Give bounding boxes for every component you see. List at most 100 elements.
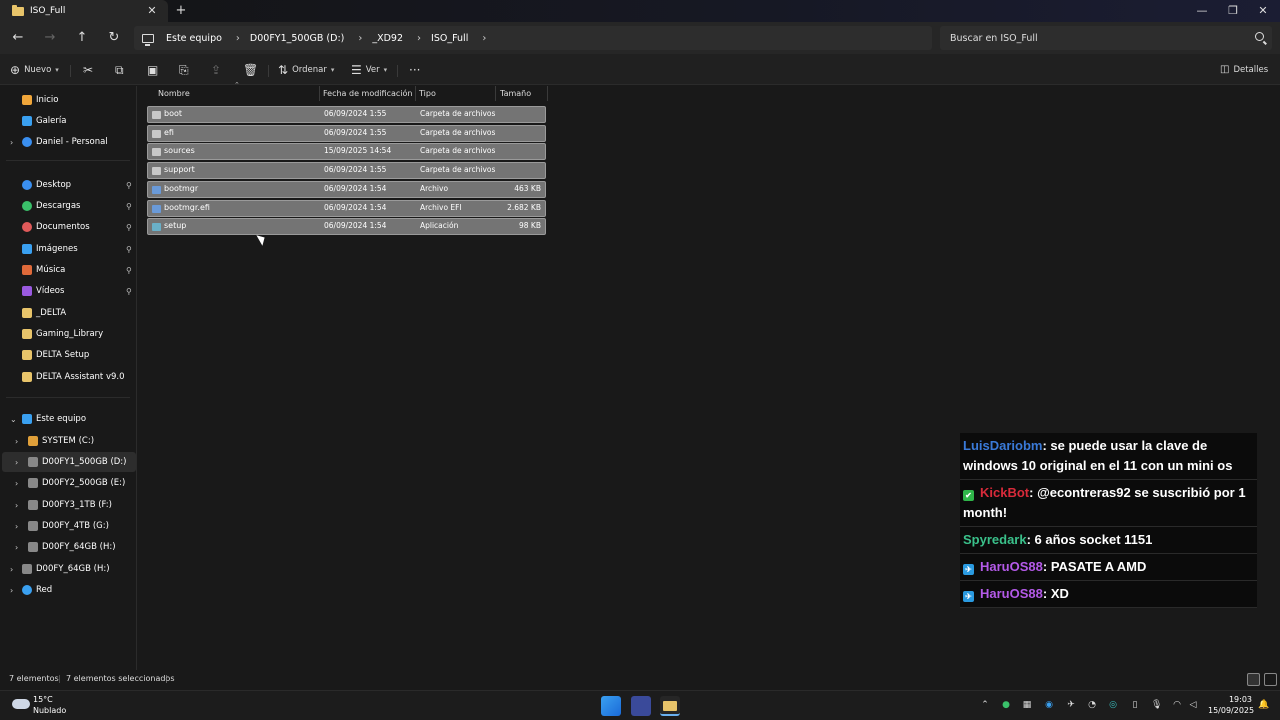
pin-icon[interactable]: ⚲ xyxy=(126,287,132,296)
pin-icon[interactable]: ⚲ xyxy=(126,223,132,232)
sidebar-item-d00fy-64gb-h[interactable]: › D00FY_64GB (H:) xyxy=(2,559,136,579)
column-divider[interactable] xyxy=(415,86,416,101)
refresh-button[interactable]: ↻ xyxy=(105,29,123,47)
sidebar-item-daniel-personal[interactable]: › Daniel - Personal xyxy=(2,132,136,152)
column-header-date[interactable]: Fecha de modificación xyxy=(323,86,412,101)
file-row[interactable]: bootmgr.efi 06/09/2024 1:54 Archivo EFI 2.6… xyxy=(147,199,546,217)
taskbar-app-icon[interactable] xyxy=(631,696,651,716)
file-row[interactable]: setup 06/09/2024 1:54 Aplicación 98 KB xyxy=(147,218,546,236)
weather-description[interactable]: Nublado xyxy=(33,706,66,715)
telegram-icon[interactable]: ✈ xyxy=(1066,700,1076,710)
breadcrumb-drive-d[interactable]: D00FY1_500GB (D:) xyxy=(250,33,344,44)
sidebar-item-v-deos[interactable]: Vídeos ⚲ xyxy=(2,281,136,301)
sort-button[interactable]: ⇅ Ordenar ▾ xyxy=(278,61,334,79)
chevron-right-icon[interactable]: › xyxy=(15,458,18,467)
sidebar-item-d00fy-64gb-h[interactable]: › D00FY_64GB (H:) xyxy=(2,537,136,557)
chevron-right-icon[interactable]: › xyxy=(15,479,18,488)
sidebar-item-red[interactable]: › Red xyxy=(2,580,136,600)
sidebar-item-system-c[interactable]: › SYSTEM (C:) xyxy=(2,431,136,451)
chevron-right-icon[interactable]: › xyxy=(15,543,18,552)
chevron-right-icon[interactable]: › xyxy=(15,501,18,510)
chevron-right-icon[interactable]: › xyxy=(15,437,18,446)
volume-icon[interactable]: ◁ xyxy=(1188,700,1198,710)
new-tab-button[interactable]: + xyxy=(174,3,188,19)
address-bar[interactable]: Este equipo › D00FY1_500GB (D:) › _XD92 … xyxy=(134,26,932,50)
pin-icon[interactable]: ⚲ xyxy=(126,266,132,275)
chevron-down-icon[interactable]: ⌄ xyxy=(10,415,17,424)
sidebar-item-inicio[interactable]: Inicio xyxy=(2,90,136,110)
view-button[interactable]: ☰ Ver ▾ xyxy=(351,61,387,79)
chevron-right-icon[interactable]: › xyxy=(15,522,18,531)
tiles-view-button[interactable] xyxy=(1264,673,1277,686)
forward-button[interactable]: → xyxy=(41,29,59,47)
close-button[interactable]: ✕ xyxy=(1255,3,1271,19)
breadcrumb-separator[interactable]: › xyxy=(358,33,362,44)
breadcrumb-separator[interactable]: › xyxy=(417,33,421,44)
clock-time[interactable]: 19:03 xyxy=(1228,695,1252,704)
tab-close-button[interactable]: ✕ xyxy=(146,4,158,18)
breadcrumb-xd92[interactable]: _XD92 xyxy=(372,33,403,44)
column-divider[interactable] xyxy=(319,86,320,101)
file-row[interactable]: bootmgr 06/09/2024 1:54 Archivo 463 KB xyxy=(147,180,546,198)
pin-icon[interactable]: ⚲ xyxy=(126,245,132,254)
cloudy-weather-icon[interactable] xyxy=(12,699,30,709)
sidebar-item-documentos[interactable]: Documentos ⚲ xyxy=(2,217,136,237)
cut-button[interactable]: ✂ xyxy=(83,61,93,79)
sidebar-item-descargas[interactable]: Descargas ⚲ xyxy=(2,196,136,216)
sidebar-item-gaming-library[interactable]: Gaming_Library xyxy=(2,324,136,344)
pin-icon[interactable]: ⚲ xyxy=(126,181,132,190)
file-row[interactable]: sources 15/09/2025 14:54 Carpeta de archiv… xyxy=(147,143,546,161)
breadcrumb-separator[interactable]: › xyxy=(482,33,486,44)
column-header-type[interactable]: Tipo xyxy=(419,86,436,101)
details-view-button[interactable] xyxy=(1247,673,1260,686)
paste-button[interactable]: ▣ xyxy=(147,61,158,79)
tray-app-icon[interactable]: ● xyxy=(1001,700,1011,710)
more-options-button[interactable]: ··· xyxy=(409,61,420,79)
sidebar-item-galer-a[interactable]: Galería xyxy=(2,111,136,131)
rename-button[interactable]: ⎘ xyxy=(179,61,189,79)
tray-app-icon[interactable]: ◎ xyxy=(1108,700,1118,710)
details-button[interactable]: ◫ Detalles xyxy=(1220,61,1268,79)
pin-icon[interactable]: ⚲ xyxy=(126,202,132,211)
microphone-icon[interactable]: 🎙 xyxy=(1151,700,1162,710)
share-button[interactable]: ⇪ xyxy=(211,61,221,79)
tray-app-icon[interactable]: ▦ xyxy=(1022,700,1032,710)
clock-date[interactable]: 15/09/2025 xyxy=(1208,706,1254,715)
search-input[interactable]: Buscar en ISO_Full xyxy=(940,26,1272,50)
back-button[interactable]: ← xyxy=(9,29,27,47)
breadcrumb-separator[interactable]: › xyxy=(236,33,240,44)
wifi-icon[interactable]: ◠ xyxy=(1172,700,1182,710)
file-explorer-taskbar-icon[interactable] xyxy=(660,696,680,716)
sidebar-item-d00fy2-500gb-e[interactable]: › D00FY2_500GB (E:) xyxy=(2,473,136,493)
sidebar-item-d00fy3-1tb-f[interactable]: › D00FY3_1TB (F:) xyxy=(2,495,136,515)
column-header-size[interactable]: Tamaño xyxy=(500,86,531,101)
column-divider[interactable] xyxy=(547,86,548,101)
sidebar-item-delta-assistant-v9-0[interactable]: DELTA Assistant v9.0 xyxy=(2,367,136,387)
sidebar-item-desktop[interactable]: Desktop ⚲ xyxy=(2,175,136,195)
column-header-name[interactable]: Nombre xyxy=(158,86,190,101)
delete-button[interactable]: 🗑 xyxy=(243,61,258,79)
up-button[interactable]: ↑ xyxy=(73,29,91,47)
tray-overflow-chevron-icon[interactable]: ⌃ xyxy=(980,700,990,710)
chevron-right-icon[interactable]: › xyxy=(10,138,13,147)
tab-iso-full[interactable]: ISO_Full xyxy=(0,0,168,22)
file-row[interactable]: efi 06/09/2024 1:55 Carpeta de archivos xyxy=(147,124,546,142)
sidebar-item-d00fy-4tb-g[interactable]: › D00FY_4TB (G:) xyxy=(2,516,136,536)
column-divider[interactable] xyxy=(495,86,496,101)
chevron-right-icon[interactable]: › xyxy=(10,586,13,595)
new-button[interactable]: ⊕ Nuevo ▾ xyxy=(10,61,59,79)
copy-button[interactable]: ⧉ xyxy=(115,61,124,79)
file-row[interactable]: support 06/09/2024 1:55 Carpeta de archivo… xyxy=(147,162,546,180)
file-row[interactable]: boot 06/09/2024 1:55 Carpeta de archivos xyxy=(147,106,546,123)
battery-icon[interactable]: ▯ xyxy=(1130,700,1140,710)
chevron-right-icon[interactable]: › xyxy=(10,565,13,574)
breadcrumb-este-equipo[interactable]: Este equipo xyxy=(166,33,222,44)
maximize-button[interactable]: ❐ xyxy=(1225,3,1241,19)
start-button-windows-icon[interactable] xyxy=(601,696,621,716)
sidebar-item-delta-setup[interactable]: DELTA Setup xyxy=(2,345,136,365)
sidebar-item-im-genes[interactable]: Imágenes ⚲ xyxy=(2,239,136,259)
breadcrumb-iso-full[interactable]: ISO_Full xyxy=(431,33,468,44)
discord-icon[interactable]: ◔ xyxy=(1087,700,1097,710)
minimize-button[interactable]: — xyxy=(1194,3,1210,19)
sidebar-item-delta[interactable]: _DELTA xyxy=(2,303,136,323)
